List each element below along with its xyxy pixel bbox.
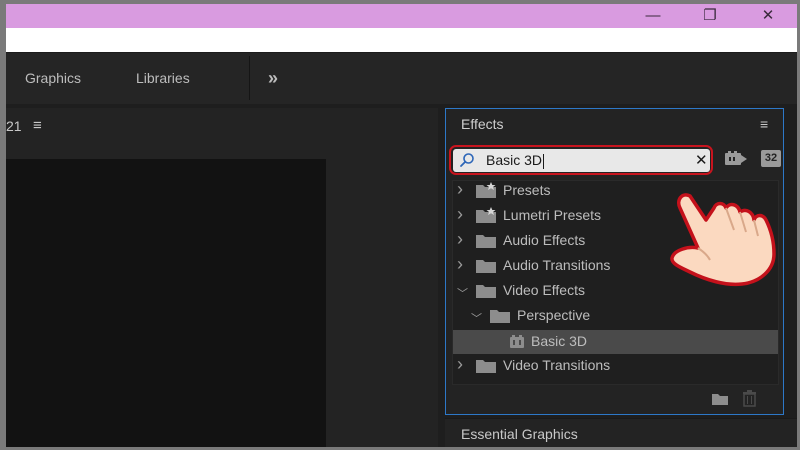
chevron-right-icon[interactable]: › [457,204,463,225]
effects-panel-title[interactable]: Effects [461,116,504,132]
tree-item-perspective[interactable]: ﹀ Perspective [453,304,778,328]
folder-icon [490,310,510,323]
tree-item-label: Perspective [517,307,591,323]
title-bar [6,4,797,28]
preset-folder-icon [476,182,496,198]
chevron-down-icon[interactable]: ﹀ [457,285,468,301]
chevron-down-icon[interactable]: ﹀ [471,310,482,326]
tree-item-label: Presets [503,182,551,198]
chevron-right-icon[interactable]: › [457,179,463,200]
new-bin-icon[interactable] [711,392,729,406]
menu-bar [6,28,797,52]
folder-icon [476,260,496,273]
tree-item-label: Audio Transitions [503,257,611,273]
workspace-tab-graphics[interactable]: Graphics [25,52,81,104]
timecode-fragment: 21 [6,118,22,134]
delete-icon[interactable] [742,390,757,407]
restore-icon[interactable]: ❐ [690,4,730,26]
chevron-right-icon[interactable]: › [457,354,463,375]
preset-folder-icon [476,207,496,223]
tree-item-label: Video Transitions [503,357,611,373]
tree-item-label: Lumetri Presets [503,207,602,223]
close-icon[interactable]: ✕ [748,4,788,26]
panel-menu-icon[interactable]: ≡ [33,117,42,134]
folder-icon [476,285,496,298]
workspace-bar [6,52,797,105]
effect-icon [510,335,524,348]
folder-icon [476,360,496,373]
tree-item-label: Video Effects [503,282,585,298]
effects-menu-icon[interactable]: ≡ [760,116,768,132]
pointing-hand-icon [670,193,776,287]
tree-item-video-transitions[interactable]: › Video Transitions [453,354,778,378]
workspace-overflow-icon[interactable]: » [268,52,278,104]
workspace-tab-libraries[interactable]: Libraries [136,52,190,104]
folder-icon [476,235,496,248]
video-preview [6,159,326,447]
accelerated-effects-icon[interactable] [724,150,748,168]
chevron-right-icon[interactable]: › [457,229,463,250]
32-bit-effects-icon[interactable]: 32 [761,150,781,167]
tree-item-label: Audio Effects [503,232,586,248]
essential-graphics-title[interactable]: Essential Graphics [461,426,578,442]
tree-item-basic-3d[interactable]: Basic 3D [453,330,778,354]
search-highlight-outline [449,145,713,175]
minimize-icon[interactable]: — [633,4,673,26]
tree-item-label: Basic 3D [531,333,588,349]
workspace-divider [249,56,250,100]
chevron-right-icon[interactable]: › [457,254,463,275]
